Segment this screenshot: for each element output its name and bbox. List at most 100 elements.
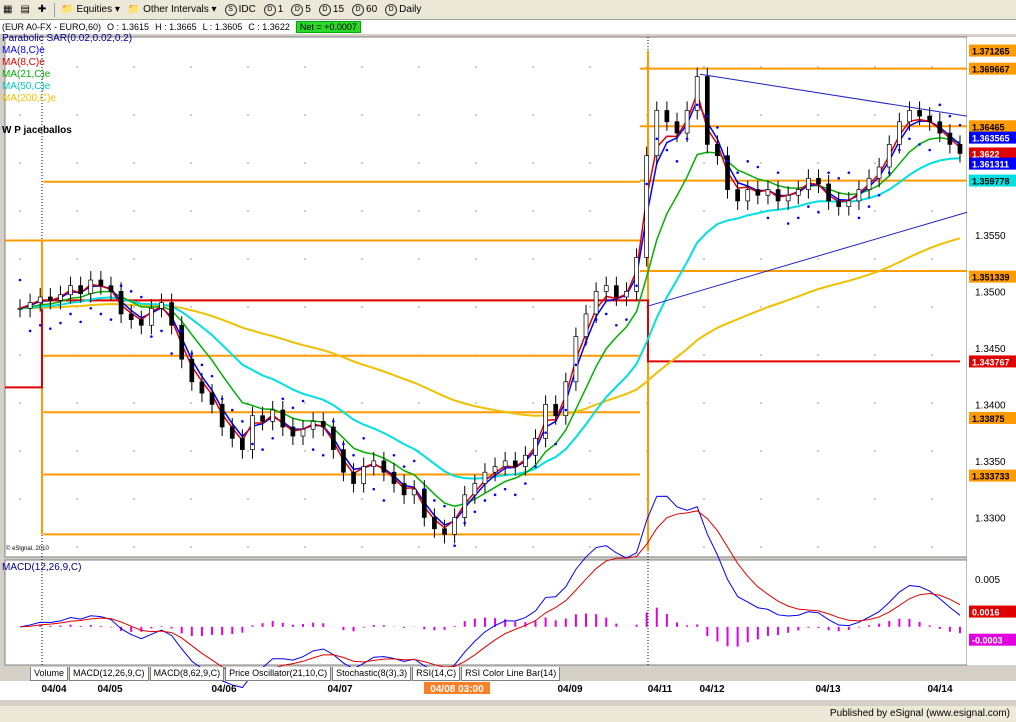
grid-dot xyxy=(703,162,705,164)
grid-dot xyxy=(931,450,933,452)
x-tick-label: 04/08 03:00 xyxy=(430,684,484,695)
grid-dot xyxy=(190,162,192,164)
d-circle-icon: D xyxy=(318,3,331,16)
grid-dot xyxy=(361,546,363,548)
grid-dot xyxy=(589,258,591,260)
psar-dot xyxy=(352,453,355,457)
grid-dot xyxy=(247,162,249,164)
grid-dot xyxy=(361,402,363,404)
study-tab[interactable]: Volume xyxy=(30,667,69,681)
candle-body xyxy=(341,449,346,473)
candle-body xyxy=(361,466,367,484)
macd-label: MACD(12,26,9,C) xyxy=(2,562,82,573)
candle-body xyxy=(502,460,508,467)
psar-dot xyxy=(847,171,851,174)
equities-button[interactable]: 📁 Equities ▾ xyxy=(58,1,123,18)
candle-body xyxy=(270,409,276,422)
grid-dot xyxy=(874,162,876,164)
add-icon[interactable]: ✚ xyxy=(35,1,49,18)
study-tab[interactable]: Price Oscillator(21,10,C) xyxy=(225,667,332,681)
grid-dot xyxy=(817,354,819,356)
grid-dot xyxy=(19,162,21,164)
grid-dot xyxy=(133,210,135,212)
candle-body xyxy=(209,392,215,405)
study-tab[interactable]: MACD(8,62,9,C) xyxy=(149,667,225,681)
ma8-red-legend: MA(8,C)e xyxy=(2,57,45,68)
grid-dot xyxy=(703,66,705,68)
d-circle-icon: D xyxy=(385,3,398,16)
price-label-text: 1.363565 xyxy=(972,134,1010,144)
interval-15-button[interactable]: D 15 xyxy=(316,1,347,18)
psar-dot xyxy=(665,148,669,152)
grid-dot xyxy=(418,210,420,212)
daily-label: Daily xyxy=(399,4,422,15)
grid-dot xyxy=(760,402,762,404)
psar-dot xyxy=(230,408,234,412)
save-icon[interactable]: ▤ xyxy=(17,1,32,18)
grid-dot xyxy=(931,258,933,260)
menu-icon[interactable]: ▦ xyxy=(0,1,15,18)
interval-1-button[interactable]: D1 xyxy=(261,1,287,18)
psar-dot xyxy=(129,290,133,293)
candle-body xyxy=(765,189,771,196)
idc-button[interactable]: S IDC xyxy=(222,1,259,18)
psar-dot xyxy=(170,352,173,355)
psar-dot xyxy=(948,114,952,118)
grid-dot xyxy=(475,546,477,548)
grid-dot xyxy=(874,258,876,260)
candle-body xyxy=(391,471,397,484)
psar-dot xyxy=(362,437,365,440)
price-label-text: 1.333733 xyxy=(972,472,1010,482)
grid-dot xyxy=(304,546,306,548)
grid-dot xyxy=(190,306,192,308)
candle-body xyxy=(806,177,811,190)
s-circle-icon: S xyxy=(224,3,237,16)
grid-dot xyxy=(361,114,363,116)
study-tab[interactable]: MACD(12,26,9,C) xyxy=(69,667,149,681)
grid-dot xyxy=(817,402,819,404)
candle-body xyxy=(876,166,882,179)
candle-body xyxy=(128,313,134,320)
candle-body xyxy=(735,189,740,202)
x-tick-label: 04/11 xyxy=(648,684,673,695)
psar-dot xyxy=(190,352,194,355)
y-tick-label: 1.3300 xyxy=(975,513,1006,524)
interval-5-button[interactable]: D5 xyxy=(288,1,314,18)
grid-dot xyxy=(931,546,933,548)
grid-dot xyxy=(418,258,420,260)
interval-60-button[interactable]: D 60 xyxy=(349,1,380,18)
candle-body xyxy=(917,110,922,117)
grid-dot xyxy=(817,498,819,500)
grid-dot xyxy=(532,66,534,68)
psar-dot xyxy=(160,329,163,333)
candle-body xyxy=(785,194,791,202)
daily-button[interactable]: D Daily xyxy=(382,1,424,18)
x-tick-label: 04/05 xyxy=(97,684,122,695)
price-label-text: 1.369667 xyxy=(972,65,1010,75)
grid-dot xyxy=(703,450,705,452)
psar-dot xyxy=(119,284,123,287)
grid-dot xyxy=(475,162,477,164)
x-tick-label: 04/06 xyxy=(211,684,236,695)
study-tabs: Volume MACD(12,26,9,C) MACD(8,62,9,C) Price… xyxy=(0,667,561,681)
other-intervals-button[interactable]: 📁 Other Intervals ▾ xyxy=(125,1,220,18)
psar-dot xyxy=(928,148,931,152)
psar-dot xyxy=(857,216,861,220)
psar-dot xyxy=(301,399,305,403)
price-label-text: 1.36465 xyxy=(972,122,1005,132)
study-tab[interactable]: RSI Color Line Bar(14) xyxy=(461,667,561,681)
study-tab[interactable]: RSI(14,C) xyxy=(412,667,461,681)
grid-dot xyxy=(190,258,192,260)
candle-body xyxy=(411,488,417,496)
study-tab[interactable]: Stochastic(8(3),3) xyxy=(332,667,412,681)
candle-body xyxy=(482,471,488,484)
grid-dot xyxy=(19,450,21,452)
grid-dot xyxy=(247,498,249,500)
grid-dot xyxy=(418,162,420,164)
price-chart[interactable]: 1.3550 1.3500 1.3450 1.3400 1.3350 1.3300 1.37… xyxy=(0,34,1016,702)
macd-value-text: 0.0016 xyxy=(972,608,1000,618)
grid-dot xyxy=(817,546,819,548)
grid-dot xyxy=(133,114,135,116)
candle-body xyxy=(745,189,751,202)
psar-dot xyxy=(544,431,547,434)
